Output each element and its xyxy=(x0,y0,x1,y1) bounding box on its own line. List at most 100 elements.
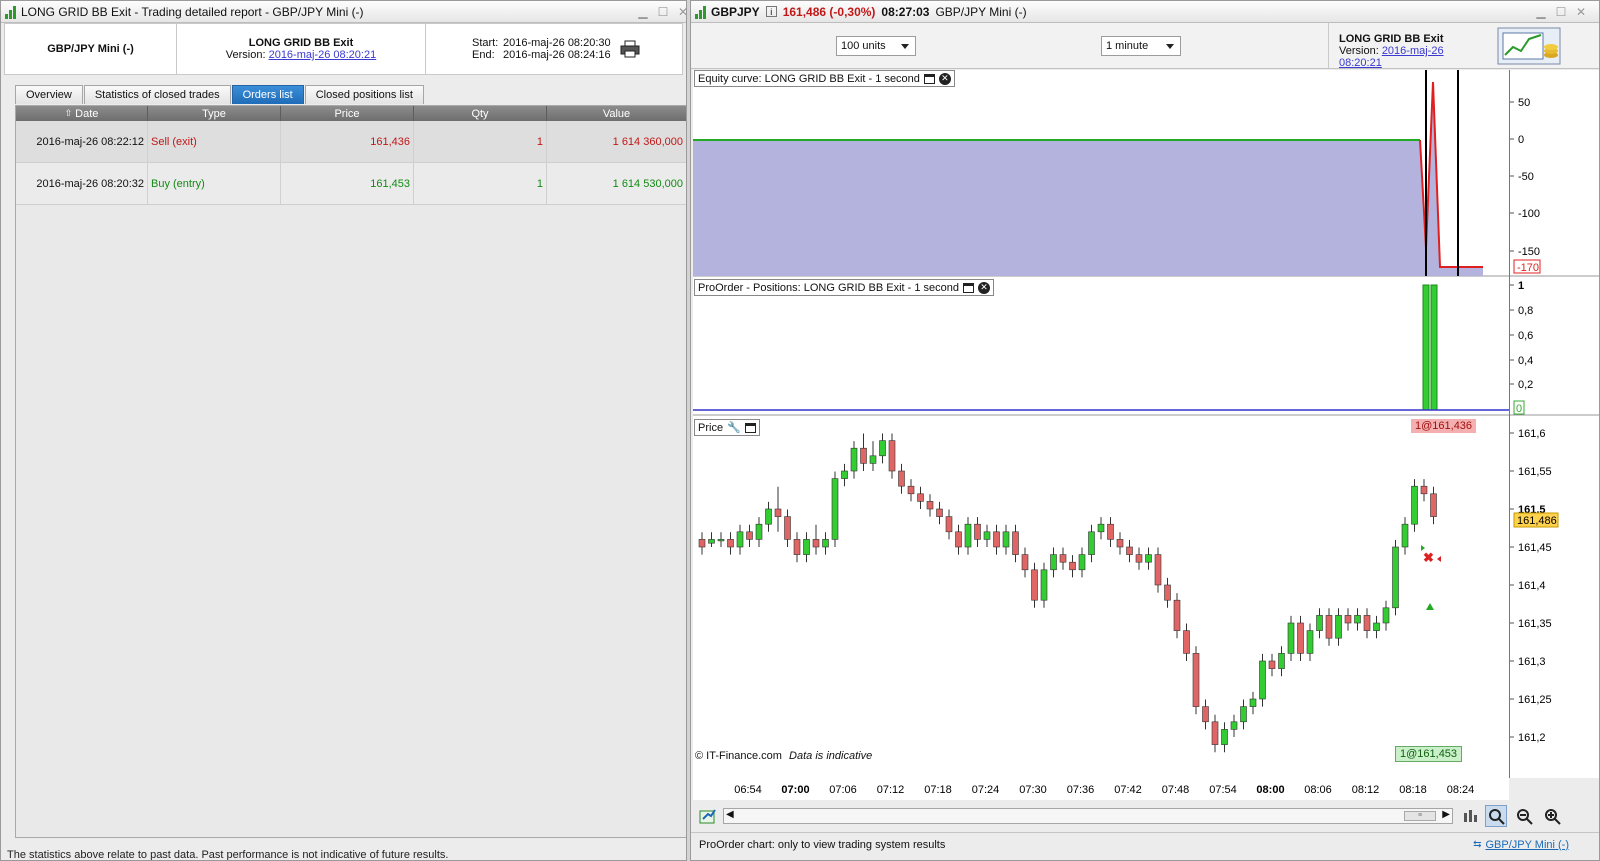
scroll-thumb[interactable]: ≡ xyxy=(1404,811,1436,821)
col-price[interactable]: Price xyxy=(281,106,414,121)
close-icon[interactable]: ✕ xyxy=(1575,5,1587,19)
price-tick-label: 161,4 xyxy=(1518,580,1546,592)
candle-body xyxy=(1306,630,1314,654)
chevron-down-icon xyxy=(901,44,909,49)
equity-area xyxy=(693,82,1483,276)
candle-body xyxy=(774,508,782,517)
time-axis: 06:54 07:00 07:06 07:12 07:18 07:24 07:30 07:36… xyxy=(693,778,1509,800)
candle-body xyxy=(1316,615,1323,631)
zoom-auto-icon[interactable] xyxy=(1485,805,1507,827)
candle-body xyxy=(1430,493,1437,517)
units-select[interactable]: 100 units xyxy=(836,36,916,56)
equity-tick-label: -100 xyxy=(1518,208,1540,220)
candle-body xyxy=(917,493,924,502)
version-link[interactable]: 2016-maj-26 08:20:21 xyxy=(269,49,377,61)
candle-body xyxy=(1050,554,1057,571)
print-icon[interactable] xyxy=(620,40,640,58)
positions-tick-label: 0,2 xyxy=(1518,379,1533,391)
chart-area[interactable]: ✖ Equity curve: LONG GRID BB Exit - 1 se… xyxy=(693,70,1509,778)
chart-toolbar: 100 units 1 minute LONG GRID BB Exit Ver… xyxy=(691,23,1599,69)
candle-body xyxy=(803,539,810,555)
price-tick-label: 161,45 xyxy=(1518,542,1552,554)
candle-body xyxy=(1221,729,1228,745)
price-axis: 50 0 -50 -100 -150 -170 1 0,8 0,6 0,4 0,2 0 161,6 161… xyxy=(1509,70,1599,778)
cell-date: 2016-maj-26 08:20:32 xyxy=(16,163,148,204)
equity-tick-label: 50 xyxy=(1518,97,1530,109)
candle-body xyxy=(1354,615,1361,624)
candle-body xyxy=(1411,485,1418,525)
tab-orders-list[interactable]: Orders list xyxy=(231,85,304,104)
positions-tick-label: 0,6 xyxy=(1518,330,1533,342)
status-instrument[interactable]: ⇆ GBP/JPY Mini (-) xyxy=(1473,839,1569,851)
candle-body xyxy=(926,501,934,510)
price-tick-label: 161,35 xyxy=(1518,618,1552,630)
col-qty[interactable]: Qty xyxy=(414,106,547,121)
positions-pane-label: ProOrder - Positions: LONG GRID BB Exit … xyxy=(694,279,995,296)
close-icon[interactable]: ✕ xyxy=(938,72,951,85)
tab-overview[interactable]: Overview xyxy=(15,85,83,104)
scroll-left-icon[interactable]: ◀ xyxy=(726,809,734,820)
zoom-out-icon[interactable] xyxy=(1513,805,1535,827)
exit-marker-icon: ✖ xyxy=(1423,550,1434,565)
candle-body xyxy=(945,516,953,533)
col-value[interactable]: Value xyxy=(547,106,686,121)
candle-body xyxy=(1268,660,1276,669)
candle-body xyxy=(1164,584,1171,601)
candle-body xyxy=(765,508,772,525)
tab-closed-positions[interactable]: Closed positions list xyxy=(304,85,424,104)
chart-scrollbar[interactable]: ◀ ≡ ▶ xyxy=(723,808,1453,824)
maximize-icon[interactable]: ☐ xyxy=(657,5,669,19)
candle-body xyxy=(1192,653,1200,707)
wrench-icon[interactable]: 🔧 xyxy=(727,421,741,434)
close-icon[interactable]: ✕ xyxy=(677,5,686,19)
end-label: End: xyxy=(472,49,495,61)
candle-body xyxy=(993,531,1000,548)
export-icon[interactable] xyxy=(697,805,719,827)
cell-qty: 1 xyxy=(414,121,547,162)
candle-body xyxy=(860,447,867,464)
zoom-in-icon[interactable] xyxy=(1541,805,1563,827)
scroll-right-icon[interactable]: ▶ xyxy=(1442,809,1450,820)
col-date[interactable]: ⇧ Date xyxy=(16,106,148,121)
window-icon[interactable] xyxy=(744,422,756,433)
position-bar xyxy=(1422,284,1430,411)
report-chart-icon[interactable] xyxy=(1497,27,1561,65)
window-icon[interactable] xyxy=(963,282,975,293)
time-tick-label: 07:24 xyxy=(972,784,1000,796)
chart-settings-icon[interactable] xyxy=(1459,805,1481,827)
status-text: ProOrder chart: only to view trading sys… xyxy=(699,838,946,851)
candle-body xyxy=(1012,531,1019,555)
tab-statistics[interactable]: Statistics of closed trades xyxy=(83,85,231,104)
col-type[interactable]: Type xyxy=(148,106,281,121)
exit-arrow-icon xyxy=(1437,556,1441,562)
minimize-icon[interactable]: ▁ xyxy=(637,5,649,19)
candle-body xyxy=(822,539,829,548)
candle-body xyxy=(1126,546,1133,555)
chevron-down-icon xyxy=(1166,44,1174,49)
table-row[interactable]: 2016-maj-26 08:20:32 Buy (entry) 161,453… xyxy=(16,163,686,205)
timeframe-select[interactable]: 1 minute xyxy=(1101,36,1181,56)
maximize-icon[interactable]: ☐ xyxy=(1555,5,1567,19)
price-tick-label: 161,55 xyxy=(1518,466,1552,478)
candle-body xyxy=(1363,615,1371,631)
minimize-icon[interactable]: ▁ xyxy=(1535,5,1547,19)
orders-table: ⇧ Date Type Price Qty Value 2016-maj-26 0… xyxy=(15,105,686,838)
equity-last-tag: -170 xyxy=(1517,262,1539,274)
entry-order-tag: 1@161,453 xyxy=(1395,746,1463,762)
candle-body xyxy=(936,508,943,517)
app-logo-icon xyxy=(5,5,17,19)
candle-body xyxy=(1278,653,1285,669)
table-row[interactable]: 2016-maj-26 08:22:12 Sell (exit) 161,436… xyxy=(16,121,686,163)
close-icon[interactable]: ✕ xyxy=(978,281,991,294)
instrument-cell: GBP/JPY Mini (-) xyxy=(5,24,177,74)
candle-body xyxy=(708,539,715,544)
cell-value: 1 614 360,000 xyxy=(547,121,686,162)
window-icon[interactable] xyxy=(923,73,935,84)
right-titlebar: GBPJPY i 161,486 (-0,30%) 08:27:03 GBP/J… xyxy=(691,1,1599,23)
info-icon[interactable]: i xyxy=(765,6,777,17)
time-tick-label: 08:12 xyxy=(1352,784,1380,796)
left-window-title: LONG GRID BB Exit - Trading detailed rep… xyxy=(21,4,364,19)
candle-body xyxy=(1297,622,1304,654)
instrument-name: GBP/JPY Mini (-) xyxy=(47,43,134,55)
chart-canvas[interactable]: ✖ xyxy=(693,70,1509,778)
